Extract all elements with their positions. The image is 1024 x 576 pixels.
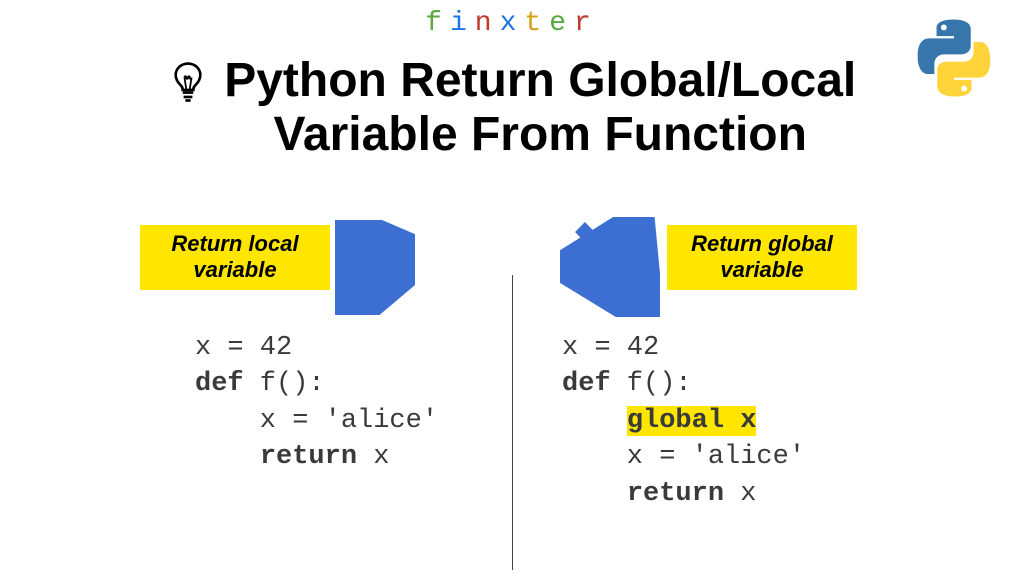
brand-letter: x: [500, 8, 525, 39]
left-column: Return local variable x = 42 def f(): x …: [0, 225, 512, 565]
left-label: Return local variable: [140, 225, 330, 290]
code-rest: f():: [611, 369, 692, 399]
title-text: Python Return Global/Local Variable From…: [224, 54, 856, 162]
columns: Return local variable x = 42 def f(): x …: [0, 225, 1024, 565]
left-label-l1: Return local: [158, 231, 312, 257]
left-code: x = 42 def f(): x = 'alice' return x: [195, 330, 438, 476]
left-label-l2: variable: [158, 257, 312, 283]
right-label-l1: Return global: [685, 231, 839, 257]
code-line: x = 'alice': [562, 442, 805, 472]
title-line2: Variable From Function: [224, 108, 856, 162]
code-kw: def: [195, 369, 244, 399]
code-line: x = 42: [562, 333, 659, 363]
code-kw: return: [260, 442, 357, 472]
code-indent: [562, 406, 627, 436]
brand-letter: f: [425, 8, 450, 39]
title-line1: Python Return Global/Local: [224, 54, 856, 108]
right-label: Return global variable: [667, 225, 857, 290]
right-label-l2: variable: [685, 257, 839, 283]
right-code: x = 42 def f(): global x x = 'alice' ret…: [562, 330, 805, 512]
brand-letter: e: [549, 8, 574, 39]
code-rest: x: [724, 479, 756, 509]
brand-letter: t: [524, 8, 549, 39]
arrow-down-icon: [560, 217, 660, 317]
code-rest: f():: [244, 369, 325, 399]
page-title: Python Return Global/Local Variable From…: [62, 54, 962, 162]
brand-letter: r: [574, 8, 599, 39]
brand-letter: n: [475, 8, 500, 39]
right-column: Return global variable x = 42 def f(): g…: [512, 225, 1024, 565]
code-kw: def: [562, 369, 611, 399]
bulb-icon: [168, 60, 208, 109]
code-indent: [562, 479, 627, 509]
code-line: x = 'alice': [195, 406, 438, 436]
code-rest: x: [357, 442, 389, 472]
code-kw: return: [627, 479, 724, 509]
arrow-down-icon: [335, 220, 415, 315]
brand-letter: i: [450, 8, 475, 39]
code-highlight: global x: [627, 406, 757, 436]
code-indent: [195, 442, 260, 472]
code-line: x = 42: [195, 333, 292, 363]
brand-logo: finxter: [425, 8, 599, 39]
